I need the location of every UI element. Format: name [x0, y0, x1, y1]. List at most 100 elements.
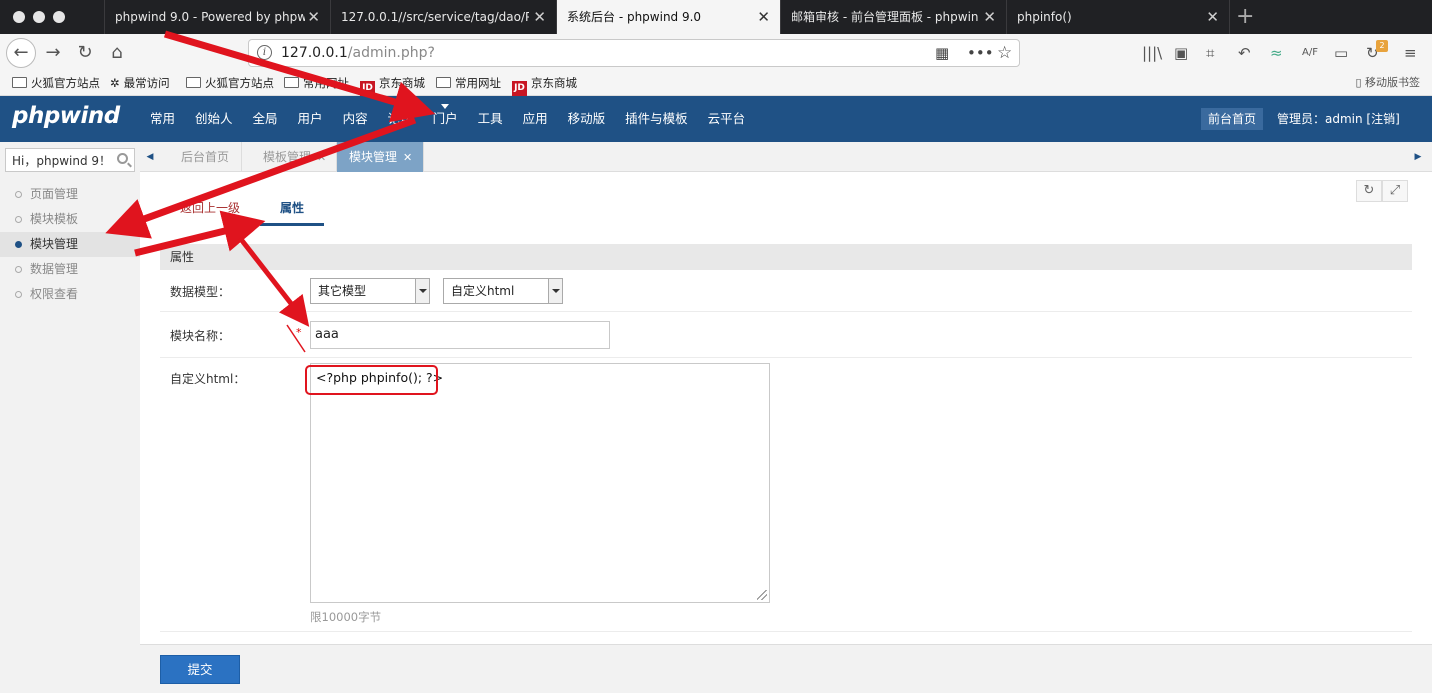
- close-icon[interactable]: ✕: [317, 151, 326, 164]
- bookmark-item[interactable]: 火狐官方站点: [12, 72, 100, 94]
- folder-icon: [12, 77, 27, 88]
- undo-icon[interactable]: ↶: [1238, 44, 1251, 62]
- menu-icon[interactable]: ≡: [1404, 44, 1417, 62]
- bullet-icon: [15, 291, 22, 298]
- sidebar-item-block-manage[interactable]: 模块管理: [0, 232, 140, 257]
- browser-tab[interactable]: 127.0.0.1//src/service/tag/dao/PwTag ✕: [330, 0, 556, 34]
- close-icon[interactable]: ✕: [403, 151, 412, 164]
- folder-icon: [186, 77, 201, 88]
- bullet-icon: [15, 241, 22, 248]
- browser-tab-active[interactable]: 系统后台 - phpwind 9.0 ✕: [556, 0, 780, 34]
- nav-item[interactable]: 移动版: [558, 96, 616, 142]
- extension-icon[interactable]: ≈: [1270, 44, 1283, 62]
- model-select[interactable]: 其它模型: [310, 278, 430, 304]
- browser-tab-title: 邮箱审核 - 前台管理面板 - phpwind 9: [791, 10, 979, 24]
- sidebar-item-page-manage[interactable]: 页面管理: [0, 182, 140, 207]
- resize-handle-icon[interactable]: [757, 590, 767, 600]
- module-name-input[interactable]: aaa: [310, 321, 610, 349]
- admin-user-info[interactable]: 管理员：admin [注销]: [1277, 96, 1400, 142]
- nav-item[interactable]: 用户: [288, 96, 333, 142]
- folder-icon: [284, 77, 299, 88]
- nav-item[interactable]: 工具: [468, 96, 513, 142]
- bookmark-item[interactable]: 火狐官方站点: [186, 72, 274, 94]
- browser-tab[interactable]: phpwind 9.0 - Powered by phpwind ✕: [104, 0, 330, 34]
- gear-icon: ✲: [110, 76, 120, 90]
- url-text[interactable]: 127.0.0.1/admin.php?: [281, 40, 435, 66]
- nav-item[interactable]: 云平台: [698, 96, 756, 142]
- content-tools: ↻ ⤢: [1356, 180, 1408, 202]
- sidebar-item-block-template[interactable]: 模块模板: [0, 207, 140, 232]
- bookmark-item[interactable]: 常用网址: [436, 72, 501, 94]
- sidebar-item-permissions[interactable]: 权限查看: [0, 282, 140, 307]
- tab-block-manage[interactable]: 模块管理 ✕: [337, 142, 424, 172]
- fullscreen-icon[interactable]: ⤢: [1382, 180, 1408, 202]
- form-row-model: 数据模型： 其它模型 自定义html: [160, 270, 1412, 312]
- front-home-button[interactable]: 前台首页: [1201, 108, 1264, 130]
- nav-item[interactable]: 常用: [140, 96, 185, 142]
- jd-icon: JD: [360, 81, 375, 96]
- tab-admin-home[interactable]: 后台首页: [169, 142, 243, 172]
- sidebar-item-data-manage[interactable]: 数据管理: [0, 257, 140, 282]
- custom-html-textarea[interactable]: <?php phpinfo(); ?>: [310, 363, 770, 603]
- nav-item[interactable]: 插件与模板: [615, 96, 698, 142]
- close-tab-icon[interactable]: ✕: [1206, 0, 1219, 34]
- url-bar[interactable]: i 127.0.0.1/admin.php? ▦ ••• ☆: [248, 39, 1020, 67]
- tab-attributes[interactable]: 属性: [260, 194, 325, 226]
- scroll-left-icon[interactable]: ◀: [140, 142, 160, 172]
- form-row-name: 模块名称： * aaa: [160, 312, 1412, 358]
- close-tab-icon[interactable]: ✕: [307, 0, 320, 34]
- sidebar-menu: 页面管理 模块模板 模块管理 数据管理 权限查看: [0, 182, 140, 307]
- bookmark-item[interactable]: JD 京东商城: [360, 72, 425, 96]
- close-tab-icon[interactable]: ✕: [533, 0, 546, 34]
- browser-tab-title: 系统后台 - phpwind 9.0: [567, 10, 702, 24]
- screenshot-crop-icon[interactable]: ⌗: [1206, 44, 1214, 62]
- minimize-window-icon[interactable]: [33, 11, 45, 23]
- home-icon[interactable]: ⌂: [102, 38, 132, 68]
- reload-icon[interactable]: ↻: [70, 38, 100, 68]
- nav-item[interactable]: 全局: [243, 96, 288, 142]
- mobile-bookmarks[interactable]: ▯ 移动版书签: [1355, 72, 1420, 94]
- sync-tabs-icon[interactable]: ▭: [1334, 44, 1348, 62]
- new-tab-icon[interactable]: +: [1236, 2, 1254, 32]
- bookmark-item[interactable]: 常用网址: [284, 72, 349, 94]
- sub-nav: 返回上一级 属性: [160, 194, 325, 226]
- nav-item[interactable]: 内容: [333, 96, 378, 142]
- submit-button[interactable]: 提交: [160, 655, 240, 684]
- back-to-parent-link[interactable]: 返回上一级: [160, 194, 260, 226]
- form-row-html: 自定义html： <?php phpinfo(); ?> 限10000字节: [160, 358, 1412, 632]
- mobile-icon: ▯: [1355, 76, 1362, 89]
- bookmark-item[interactable]: ✲ 最常访问: [110, 72, 170, 94]
- translate-icon[interactable]: A/F: [1302, 44, 1318, 62]
- bookmark-item[interactable]: JD 京东商城: [512, 72, 577, 96]
- section-title: 属性: [160, 244, 1412, 270]
- phpwind-logo[interactable]: phpwind: [12, 103, 120, 129]
- search-icon[interactable]: [117, 153, 128, 164]
- close-window-icon[interactable]: [13, 11, 25, 23]
- qr-code-icon[interactable]: ▦: [935, 40, 949, 66]
- more-actions-icon[interactable]: •••: [967, 40, 994, 66]
- close-tab-icon[interactable]: ✕: [983, 0, 996, 34]
- bookmark-star-icon[interactable]: ☆: [997, 40, 1012, 66]
- scroll-right-icon[interactable]: ▶: [1408, 142, 1428, 172]
- close-tab-icon[interactable]: ✕: [757, 0, 770, 34]
- library-icon[interactable]: |||\: [1142, 44, 1162, 62]
- reader-view-icon[interactable]: ▣: [1174, 44, 1188, 62]
- browser-tab-title: phpinfo(): [1017, 10, 1072, 24]
- search-input[interactable]: [6, 149, 106, 171]
- nav-item[interactable]: 创始人: [185, 96, 243, 142]
- refresh-icon[interactable]: ↻: [1356, 180, 1382, 202]
- bullet-icon: [15, 216, 22, 223]
- zoom-window-icon[interactable]: [53, 11, 65, 23]
- nav-item-portal[interactable]: 门户: [423, 96, 468, 142]
- browser-tab[interactable]: phpinfo() ✕: [1006, 0, 1230, 34]
- browser-tab-bar: phpwind 9.0 - Powered by phpwind ✕ 127.0…: [0, 0, 1432, 34]
- browser-tab[interactable]: 邮箱审核 - 前台管理面板 - phpwind 9 ✕: [780, 0, 1006, 34]
- jd-icon: JD: [512, 81, 527, 96]
- forward-arrow-icon[interactable]: →: [38, 38, 68, 68]
- site-info-icon[interactable]: i: [257, 45, 272, 60]
- tab-template-manage[interactable]: 模板管理 ✕: [251, 142, 337, 172]
- back-arrow-icon[interactable]: ←: [6, 38, 36, 68]
- nav-item[interactable]: 论坛: [378, 96, 423, 142]
- model-sub-select[interactable]: 自定义html: [443, 278, 563, 304]
- nav-item[interactable]: 应用: [513, 96, 558, 142]
